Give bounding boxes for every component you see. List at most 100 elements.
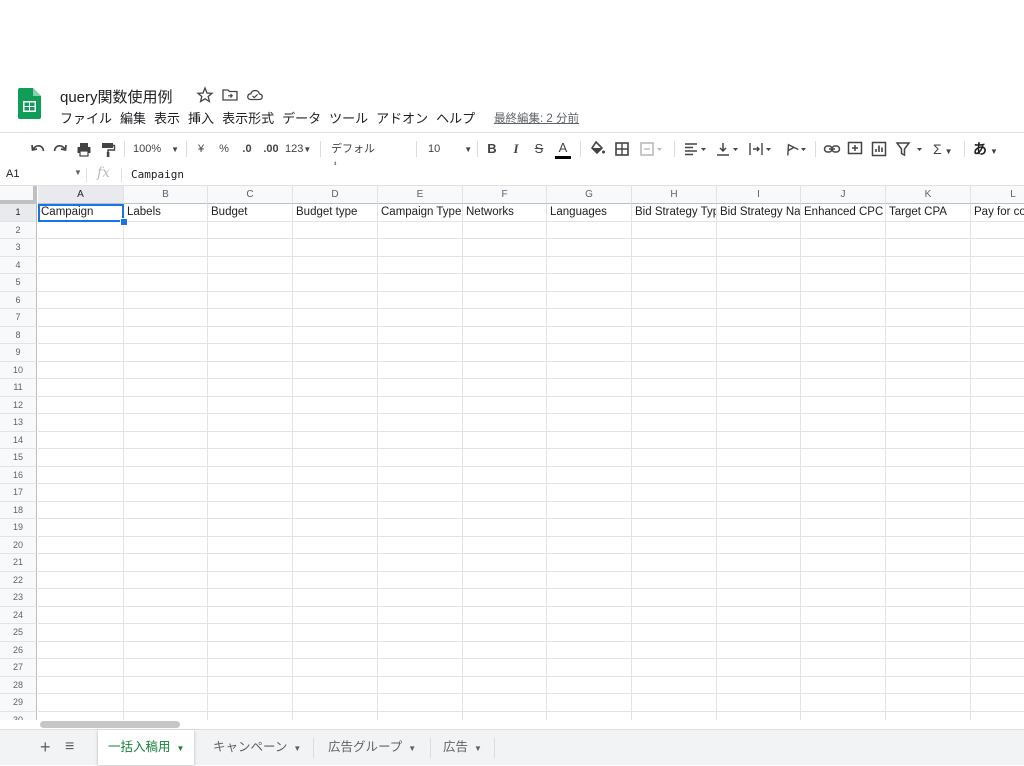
- grid-cell[interactable]: [124, 326, 208, 344]
- grid-cell[interactable]: [293, 344, 378, 362]
- grid-cell[interactable]: [463, 291, 547, 309]
- vertical-align-icon[interactable]: [715, 140, 741, 158]
- sheet-tab-bulk[interactable]: 一括入稿用 ▼: [98, 730, 195, 765]
- grid-cell[interactable]: [208, 379, 293, 397]
- grid-cell[interactable]: [208, 711, 293, 720]
- grid-cell[interactable]: [886, 221, 971, 239]
- all-sheets-button[interactable]: ≡: [65, 737, 74, 757]
- grid-cell[interactable]: [378, 361, 463, 379]
- menu-tools[interactable]: ツール: [325, 110, 372, 128]
- grid-cell[interactable]: [547, 239, 632, 257]
- bold-button[interactable]: B: [486, 140, 498, 158]
- grid-cell[interactable]: [38, 361, 124, 379]
- increase-decimal-button[interactable]: .00: [261, 140, 281, 158]
- grid-cell[interactable]: [886, 396, 971, 414]
- grid-cell[interactable]: [463, 309, 547, 327]
- chevron-down-icon[interactable]: ▼: [74, 168, 82, 177]
- text-wrapping-icon[interactable]: [748, 140, 774, 158]
- grid-cell[interactable]: [38, 676, 124, 694]
- grid-cell[interactable]: Bid Strategy Nar: [717, 204, 801, 222]
- grid-cell[interactable]: [208, 536, 293, 554]
- grid-cell[interactable]: [38, 221, 124, 239]
- grid-cell[interactable]: [547, 536, 632, 554]
- grid-cell[interactable]: [886, 641, 971, 659]
- grid-cell[interactable]: [886, 344, 971, 362]
- grid-cell[interactable]: [886, 449, 971, 467]
- grid-cell[interactable]: [717, 711, 801, 720]
- grid-cell[interactable]: [971, 397, 1024, 414]
- grid-cell[interactable]: [208, 659, 293, 677]
- grid-cell[interactable]: [632, 274, 717, 292]
- column-header[interactable]: F: [463, 186, 547, 204]
- row-header[interactable]: 17: [0, 484, 37, 502]
- row-header[interactable]: 14: [0, 431, 37, 449]
- grid-cell[interactable]: [971, 712, 1024, 721]
- grid-cell[interactable]: [547, 466, 632, 484]
- grid-cell[interactable]: [463, 536, 547, 554]
- grid-cell[interactable]: [463, 571, 547, 589]
- grid-cell[interactable]: [208, 676, 293, 694]
- horizontal-align-icon[interactable]: [683, 140, 709, 158]
- grid-cell[interactable]: [463, 239, 547, 257]
- grid-cell[interactable]: [378, 239, 463, 257]
- grid-cell[interactable]: [124, 536, 208, 554]
- grid-cell[interactable]: [208, 414, 293, 432]
- column-header[interactable]: B: [124, 186, 208, 204]
- grid-cell[interactable]: [463, 641, 547, 659]
- grid-cell[interactable]: [971, 624, 1024, 642]
- grid-cell[interactable]: Target CPA: [886, 204, 971, 222]
- grid-cell[interactable]: [971, 554, 1024, 572]
- grid-cell[interactable]: [124, 309, 208, 327]
- grid-cell[interactable]: [378, 519, 463, 537]
- grid-cell[interactable]: [378, 694, 463, 712]
- row-header[interactable]: 29: [0, 694, 37, 712]
- grid-cell[interactable]: [293, 589, 378, 607]
- grid-cell[interactable]: [886, 291, 971, 309]
- grid-cell[interactable]: [547, 571, 632, 589]
- grid-cell[interactable]: [38, 449, 124, 467]
- grid-cell[interactable]: [378, 589, 463, 607]
- grid-cell[interactable]: [38, 571, 124, 589]
- grid-cell[interactable]: [38, 239, 124, 257]
- spreadsheet-grid[interactable]: ABCDEFGHIJKL 1 2 3 4 5 6 7 8 9 10 11 12 13 14 15 16 17 18…: [0, 186, 1024, 720]
- grid-cell[interactable]: [886, 274, 971, 292]
- grid-cell[interactable]: [124, 396, 208, 414]
- fill-handle[interactable]: [120, 218, 128, 226]
- grid-cell[interactable]: [293, 641, 378, 659]
- grid-cell[interactable]: [208, 326, 293, 344]
- grid-cell[interactable]: [463, 326, 547, 344]
- row-header[interactable]: 24: [0, 606, 37, 624]
- row-header[interactable]: 5: [0, 274, 37, 292]
- grid-cell[interactable]: [971, 537, 1024, 554]
- row-header[interactable]: 28: [0, 676, 37, 694]
- grid-cell[interactable]: [632, 571, 717, 589]
- grid-cell[interactable]: [886, 239, 971, 257]
- grid-cell[interactable]: [717, 606, 801, 624]
- grid-cell[interactable]: [632, 361, 717, 379]
- row-header[interactable]: 25: [0, 624, 37, 642]
- undo-icon[interactable]: [30, 140, 46, 158]
- grid-cell[interactable]: Budget type: [293, 204, 378, 222]
- grid-cell[interactable]: [632, 589, 717, 607]
- grid-cell[interactable]: [801, 431, 886, 449]
- grid-cell[interactable]: Campaign Type: [378, 204, 463, 222]
- grid-cell[interactable]: [208, 344, 293, 362]
- grid-cell[interactable]: [378, 309, 463, 327]
- add-sheet-button[interactable]: +: [40, 737, 51, 757]
- grid-cell[interactable]: [293, 694, 378, 712]
- grid-cell[interactable]: [801, 221, 886, 239]
- grid-cell[interactable]: [293, 554, 378, 572]
- column-header[interactable]: J: [801, 186, 886, 204]
- grid-cell[interactable]: [463, 694, 547, 712]
- grid-cell[interactable]: [547, 326, 632, 344]
- grid-cell[interactable]: [801, 501, 886, 519]
- grid-cell[interactable]: [378, 554, 463, 572]
- grid-cell[interactable]: [124, 221, 208, 239]
- grid-cell[interactable]: [886, 431, 971, 449]
- grid-cell[interactable]: [971, 677, 1024, 694]
- grid-cell[interactable]: [124, 291, 208, 309]
- grid-cell[interactable]: [124, 256, 208, 274]
- grid-cell[interactable]: [886, 536, 971, 554]
- grid-cell[interactable]: [971, 484, 1024, 502]
- grid-cell[interactable]: [801, 396, 886, 414]
